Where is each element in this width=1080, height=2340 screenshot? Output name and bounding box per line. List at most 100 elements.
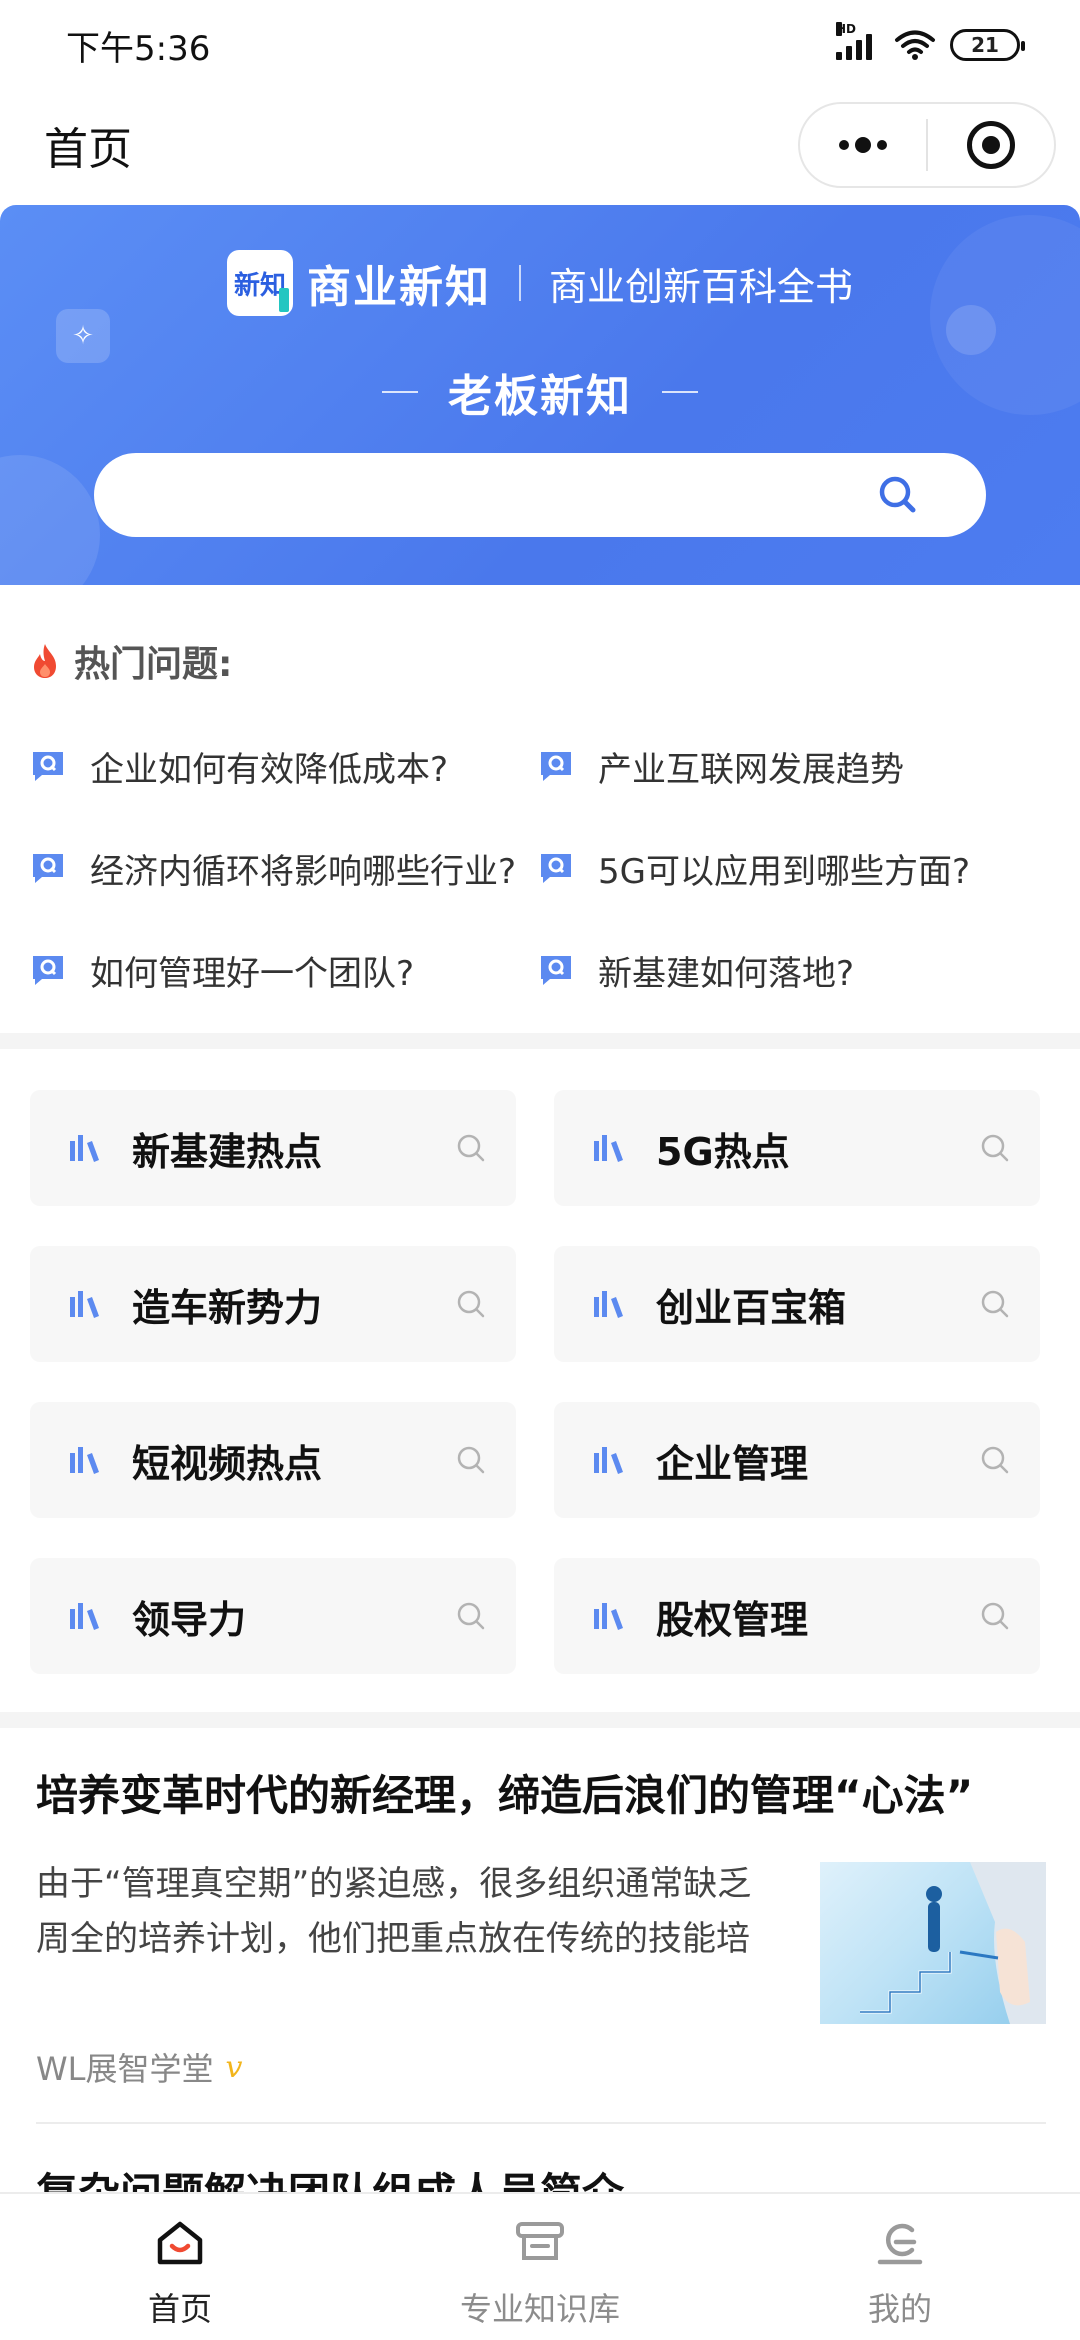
topic-label: 企业管理 (656, 1441, 809, 1486)
question-bubble-icon (541, 752, 571, 781)
search-icon (457, 1602, 485, 1630)
topic-card[interactable]: 创业百宝箱 (554, 1246, 1040, 1362)
brand-divider (518, 265, 521, 301)
section-divider (0, 1712, 1080, 1728)
topic-card[interactable]: 领导力 (30, 1558, 516, 1674)
tab-mine[interactable]: 我的 (720, 2194, 1080, 2340)
target-icon (967, 121, 1015, 169)
hot-question-text: 如何管理好一个团队? (90, 953, 415, 994)
brand-name: 商业新知 (306, 262, 491, 313)
article-divider (36, 2122, 1046, 2124)
stairs-illustration (860, 1862, 1046, 2024)
hot-questions-title: 热门问题: (74, 644, 233, 685)
mini-program-capsule (798, 102, 1056, 188)
search-icon (981, 1446, 1009, 1474)
search-icon (457, 1290, 485, 1318)
status-time: 下午5:36 (66, 28, 211, 69)
search-icon (457, 1446, 485, 1474)
article-card[interactable]: 培养变革时代的新经理，缔造后浪们的管理“心法” 由于“管理真空期”的紧迫感，很多… (36, 1762, 1046, 2088)
magic-wand-icon: ✧ (56, 309, 110, 363)
tab-label: 我的 (867, 2290, 932, 2328)
brand-header: 新知 商业新知 商业创新百科全书 (0, 250, 1080, 316)
books-icon (70, 1135, 99, 1162)
decor-line (382, 391, 418, 393)
hot-question-item[interactable]: 5G可以应用到哪些方面? (538, 817, 1046, 919)
topic-card[interactable]: 新基建热点 (30, 1090, 516, 1206)
hot-question-item[interactable]: 产业互联网发展趋势 (538, 715, 1046, 817)
hot-questions-header: 热门问题: (30, 635, 232, 687)
question-bubble-icon (541, 956, 571, 985)
books-icon (594, 1291, 623, 1318)
author-name: WL展智学堂 (36, 2050, 214, 2088)
status-bar: 下午5:36 HD 21 (0, 0, 1080, 90)
topic-card[interactable]: 短视频热点 (30, 1402, 516, 1518)
article-title: 培养变革时代的新经理，缔造后浪们的管理“心法” (36, 1771, 974, 1820)
books-icon (70, 1291, 99, 1318)
page-title: 首页 (44, 124, 132, 175)
flame-icon (34, 644, 56, 678)
tab-library[interactable]: 专业知识库 (360, 2194, 720, 2340)
verified-badge-icon: v (225, 2049, 243, 2085)
books-icon (594, 1603, 623, 1630)
search-icon (457, 1134, 485, 1162)
article-thumbnail (820, 1862, 1046, 2024)
article-author[interactable]: WL展智学堂 v (36, 2044, 242, 2090)
question-bubble-icon (33, 752, 63, 781)
topic-label: 领导力 (132, 1597, 247, 1642)
signal-icon: HD (836, 22, 880, 60)
banner-subtitle: 老板新知 (0, 360, 1080, 424)
article-summary: 由于“管理真空期”的紧迫感，很多组织通常缺乏周全的培养计划，他们把重点放在传统的… (36, 1864, 752, 1959)
topic-label: 5G热点 (656, 1129, 790, 1174)
topic-card[interactable]: 造车新势力 (30, 1246, 516, 1362)
library-icon (516, 2222, 564, 2260)
hot-question-item[interactable]: 如何管理好一个团队? (30, 919, 538, 1021)
brand-logo-text: 新知 (233, 270, 286, 301)
question-bubble-icon (541, 854, 571, 883)
tab-label: 专业知识库 (459, 2290, 620, 2328)
hot-question-text: 企业如何有效降低成本? (90, 749, 449, 790)
hot-questions-list: 企业如何有效降低成本? 产业互联网发展趋势 经济内循环将影响哪些行业? 5G可以… (30, 715, 1060, 1021)
section-divider (0, 1033, 1080, 1049)
search-icon[interactable] (876, 473, 920, 517)
battery-level: 21 (971, 33, 999, 57)
question-bubble-icon (33, 854, 63, 883)
search-icon (981, 1290, 1009, 1318)
search-icon (981, 1134, 1009, 1162)
home-icon (157, 2221, 203, 2265)
hot-questions-section: 热门问题: 企业如何有效降低成本? 产业互联网发展趋势 经济内循环将影响哪些行业… (0, 585, 1080, 1035)
hot-question-text: 5G可以应用到哪些方面? (598, 851, 971, 892)
brand-slogan: 商业创新百科全书 (548, 264, 853, 309)
nav-bar: 首页 (0, 90, 1080, 200)
more-button[interactable] (800, 104, 926, 186)
topic-card[interactable]: 企业管理 (554, 1402, 1040, 1518)
banner-subtitle-text: 老板新知 (448, 371, 632, 422)
wifi-icon (895, 30, 935, 60)
close-mini-program-button[interactable] (928, 104, 1054, 186)
network-type-label: HD (836, 22, 857, 36)
search-input[interactable] (94, 453, 986, 537)
battery-icon: 21 (950, 29, 1025, 61)
topic-card[interactable]: 股权管理 (554, 1558, 1040, 1674)
tab-label: 首页 (147, 2290, 212, 2328)
hot-question-text: 产业互联网发展趋势 (598, 749, 904, 790)
topic-label: 新基建热点 (132, 1129, 323, 1174)
hot-question-item[interactable]: 经济内循环将影响哪些行业? (30, 817, 538, 919)
bottom-tab-bar: 首页 专业知识库 我的 (0, 2192, 1080, 2340)
search-icon (981, 1602, 1009, 1630)
hero-banner: ✧ 新知 商业新知 商业创新百科全书 老板新知 (0, 205, 1080, 585)
more-dots-icon (839, 137, 887, 153)
books-icon (70, 1447, 99, 1474)
topic-grid: 新基建热点 5G热点 造车新势力 创业百宝箱 短视频热点 企业管理 领导力 股权… (30, 1090, 1040, 1674)
decor-line (662, 391, 698, 393)
topic-card[interactable]: 5G热点 (554, 1090, 1040, 1206)
topic-label: 创业百宝箱 (656, 1285, 847, 1330)
brand-logo: 新知 (226, 250, 293, 316)
question-bubble-icon (33, 956, 63, 985)
topic-label: 短视频热点 (132, 1441, 323, 1486)
hot-question-text: 经济内循环将影响哪些行业? (90, 851, 517, 892)
books-icon (594, 1447, 623, 1474)
hot-question-item[interactable]: 企业如何有效降低成本? (30, 715, 538, 817)
profile-icon (877, 2223, 923, 2265)
hot-question-item[interactable]: 新基建如何落地? (538, 919, 1046, 1021)
tab-home[interactable]: 首页 (0, 2194, 360, 2340)
